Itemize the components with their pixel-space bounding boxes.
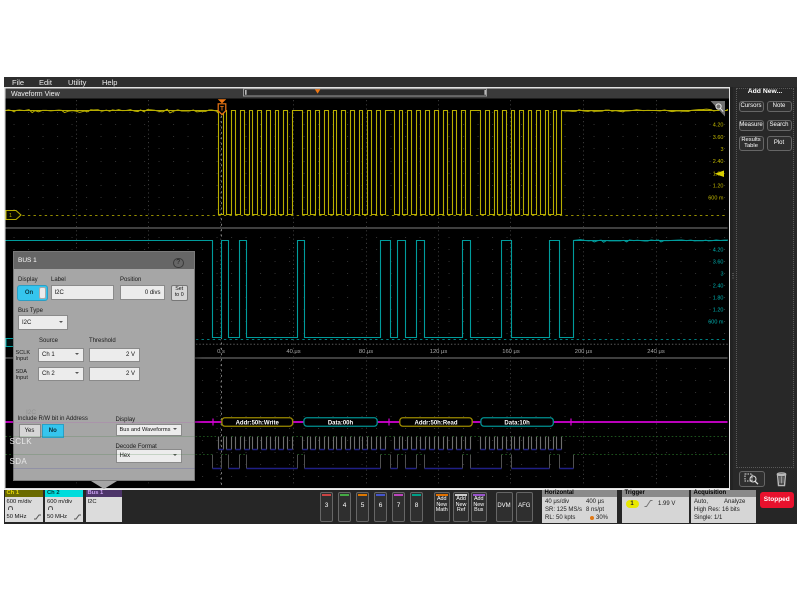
svg-text:1: 1 — [9, 213, 12, 219]
svg-text:Addr:50h:Write: Addr:50h:Write — [236, 420, 280, 426]
svg-text:3.60: 3.60 — [713, 260, 724, 266]
svg-text:4.20: 4.20 — [713, 248, 724, 254]
svg-text:40 μs: 40 μs — [286, 349, 300, 355]
svg-text:Addr:50h:Read: Addr:50h:Read — [414, 420, 457, 426]
svg-text:600 m: 600 m — [708, 196, 724, 202]
svg-text:80 μs: 80 μs — [359, 349, 373, 355]
svg-text:3: 3 — [720, 147, 723, 153]
svg-text:Waveform View: Waveform View — [11, 91, 61, 98]
svg-text:Data:10h: Data:10h — [504, 420, 530, 426]
svg-text:Data:00h: Data:00h — [328, 420, 354, 426]
svg-text:160 μs: 160 μs — [502, 349, 520, 355]
svg-text:240 μs: 240 μs — [647, 349, 665, 355]
svg-text:3: 3 — [720, 272, 723, 278]
svg-text:2.40: 2.40 — [713, 284, 724, 290]
svg-text:3.60: 3.60 — [713, 135, 724, 141]
svg-text:1.20: 1.20 — [713, 307, 724, 313]
svg-text:2.40: 2.40 — [713, 159, 724, 165]
svg-text:120 μs: 120 μs — [430, 349, 448, 355]
svg-text:T: T — [220, 107, 224, 113]
svg-text:1.20: 1.20 — [713, 183, 724, 189]
svg-text:600 m: 600 m — [708, 319, 724, 325]
svg-text:200 μs: 200 μs — [575, 349, 593, 355]
svg-text:1.80: 1.80 — [713, 295, 724, 301]
svg-text:4.20: 4.20 — [713, 123, 724, 129]
